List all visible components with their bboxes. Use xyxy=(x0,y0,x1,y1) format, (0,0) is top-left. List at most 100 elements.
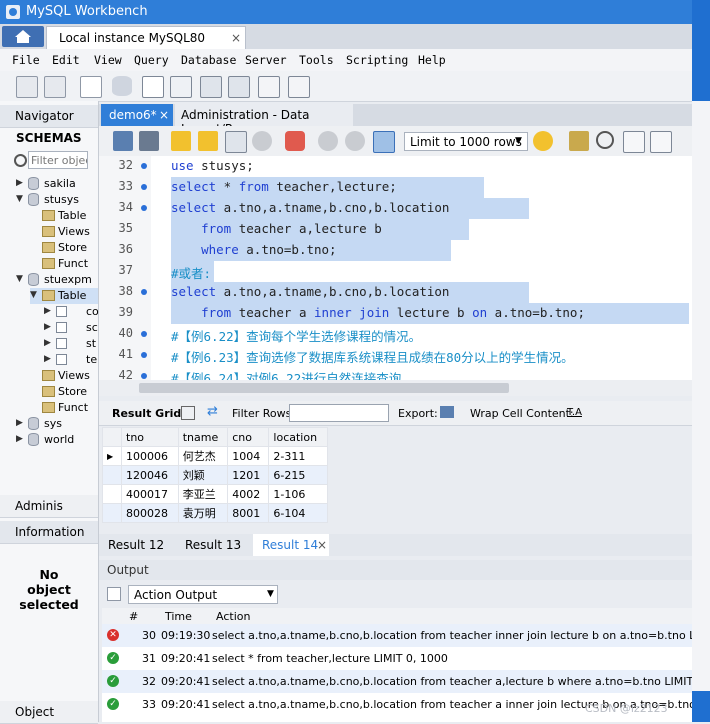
chevron-right-icon[interactable]: ▶ xyxy=(16,434,26,444)
find-icon[interactable] xyxy=(596,131,614,149)
column-header[interactable]: location xyxy=(268,427,328,447)
export-icon[interactable] xyxy=(440,406,454,418)
schema-filter-input[interactable]: Filter objec xyxy=(28,151,88,169)
create-view-icon[interactable] xyxy=(170,76,192,98)
chevron-right-icon[interactable]: ▶ xyxy=(44,306,54,316)
rollback-icon[interactable] xyxy=(345,131,365,151)
chevron-down-icon[interactable]: ▼ xyxy=(30,290,40,300)
autocommit-icon[interactable] xyxy=(373,131,395,153)
grid-cell[interactable]: 4002 xyxy=(227,484,270,504)
grid-cell[interactable]: 李亚兰 xyxy=(177,484,229,504)
grid-icon[interactable] xyxy=(181,406,195,420)
chevron-right-icon[interactable]: ▶ xyxy=(16,418,26,428)
output-row[interactable]: ✕ 30 09:19:30 select a.tno,a.tname,b.cno… xyxy=(102,624,692,647)
menu-tools[interactable]: Tools xyxy=(299,53,334,67)
explain-icon[interactable] xyxy=(225,131,247,153)
grid-cell[interactable]: 1201 xyxy=(227,465,270,485)
close-icon[interactable]: × xyxy=(231,31,241,45)
reconnect-icon[interactable] xyxy=(288,76,310,98)
execute-current-icon[interactable] xyxy=(198,131,218,151)
connection-tab[interactable]: Local instance MySQL80 × xyxy=(46,26,246,49)
new-sql-tab-icon[interactable] xyxy=(16,76,38,98)
code-line[interactable]: 40 #【例6.22】查询每个学生选修课程的情况。 xyxy=(99,324,692,345)
grid-cell[interactable]: 400017 xyxy=(121,484,179,504)
limit-rows-select[interactable]: Limit to 1000 rows ▼ xyxy=(404,132,528,151)
menu-edit[interactable]: Edit xyxy=(52,53,80,67)
menu-help[interactable]: Help xyxy=(418,53,446,67)
tab-result-12[interactable]: Result 12 xyxy=(108,538,164,552)
wrap-lines-icon[interactable] xyxy=(650,131,672,153)
commit-icon[interactable] xyxy=(318,131,338,151)
chevron-down-icon[interactable]: ▼ xyxy=(16,194,26,204)
grid-cell[interactable]: 8001 xyxy=(227,503,270,523)
table-row[interactable]: 120046 刘颖 1201 6-215 xyxy=(102,465,328,485)
refresh-icon[interactable]: ⇄ xyxy=(207,404,218,419)
code-line[interactable]: 39 from teacher a inner join lecture b o… xyxy=(99,303,692,324)
menu-file[interactable]: File xyxy=(12,53,40,67)
code-line[interactable]: 35 from teacher a,lecture b xyxy=(99,219,692,240)
table-row[interactable]: 400017 李亚兰 4002 1-106 xyxy=(102,484,328,504)
chevron-right-icon[interactable]: ▶ xyxy=(44,322,54,332)
create-procedure-icon[interactable] xyxy=(200,76,222,98)
grid-cell[interactable]: 6-215 xyxy=(268,465,328,485)
wrap-cell-icon[interactable]: T.A xyxy=(567,407,582,418)
search-table-data-icon[interactable] xyxy=(258,76,280,98)
object-tab-strip[interactable]: Object xyxy=(0,701,98,724)
editor-scrollbar[interactable] xyxy=(99,380,692,396)
output-type-select[interactable]: Action Output ▼ xyxy=(128,585,278,604)
beautify-icon[interactable] xyxy=(569,131,589,151)
grid-cell[interactable]: 何艺杰 xyxy=(177,446,229,466)
chevron-right-icon[interactable]: ▶ xyxy=(44,354,54,364)
menu-server[interactable]: Server xyxy=(245,53,287,67)
code-line[interactable]: 38 select a.tno,a.tname,b.cno,b.location xyxy=(99,282,692,303)
grid-cell[interactable]: 6-104 xyxy=(268,503,328,523)
grid-cell[interactable]: 1004 xyxy=(227,446,270,466)
close-icon[interactable]: × xyxy=(317,538,327,552)
result-grid-label[interactable]: Result Grid xyxy=(112,407,181,420)
output-row[interactable]: ✓ 31 09:20:41 select * from teacher,lect… xyxy=(102,647,692,670)
toggle-error-icon[interactable] xyxy=(285,131,305,151)
menu-view[interactable]: View xyxy=(94,53,122,67)
save-icon[interactable] xyxy=(139,131,159,151)
chevron-right-icon[interactable]: ▶ xyxy=(44,338,54,348)
execute-icon[interactable] xyxy=(171,131,191,151)
output-row[interactable]: ✓ 32 09:20:41 select a.tno,a.tname,b.cno… xyxy=(102,670,692,693)
home-button[interactable] xyxy=(2,26,44,47)
grid-cell[interactable]: 1-106 xyxy=(268,484,328,504)
stop-icon[interactable] xyxy=(252,131,272,151)
schema-inspector-icon[interactable] xyxy=(80,76,102,98)
column-header[interactable]: tno xyxy=(121,427,179,447)
tab-result-13[interactable]: Result 13 xyxy=(185,538,241,552)
admin-tab-strip[interactable]: Adminis xyxy=(0,495,98,518)
tree-item-tables[interactable]: ▼ Table xyxy=(30,288,98,304)
sql-editor[interactable]: 32 use stusys; 33 select * from teacher,lec… xyxy=(99,156,692,380)
code-line[interactable]: 37 #或者: xyxy=(99,261,692,282)
filter-rows-input[interactable] xyxy=(289,404,389,422)
grid-cell[interactable]: 120046 xyxy=(121,465,179,485)
scrollbar-thumb[interactable] xyxy=(139,383,509,393)
column-header[interactable]: tname xyxy=(177,427,229,447)
menu-scripting[interactable]: Scripting xyxy=(346,53,408,67)
grid-cell[interactable]: 刘颖 xyxy=(177,465,229,485)
code-line[interactable]: 34 select a.tno,a.tname,b.cno,b.location xyxy=(99,198,692,219)
code-line[interactable]: 41 #【例6.23】查询选修了数据库系统课程且成绩在80分以上的学生情况。 xyxy=(99,345,692,366)
close-icon[interactable]: × xyxy=(159,108,169,122)
code-line[interactable]: 42 #【例6.24】对例6.22进行自然连接查询。 xyxy=(99,366,692,380)
create-table-icon[interactable] xyxy=(142,76,164,98)
add-snippet-icon[interactable] xyxy=(533,131,553,151)
chevron-right-icon[interactable]: ▶ xyxy=(16,178,26,188)
grid-cell[interactable]: 袁万明 xyxy=(177,503,229,523)
chevron-down-icon[interactable]: ▼ xyxy=(16,274,26,284)
column-header[interactable]: cno xyxy=(227,427,270,447)
tab-demo6[interactable]: demo6* × xyxy=(101,104,173,126)
create-schema-icon[interactable] xyxy=(112,76,132,96)
open-sql-script-icon[interactable] xyxy=(44,76,66,98)
tab-result-14[interactable]: Result 14 × xyxy=(253,534,329,556)
output-copy-icon[interactable] xyxy=(107,587,121,601)
code-line[interactable]: 33 select * from teacher,lecture; xyxy=(99,177,692,198)
create-function-icon[interactable] xyxy=(228,76,250,98)
tab-administration[interactable]: Administration - Data Import/Res... xyxy=(175,104,353,136)
table-row[interactable]: 800028 袁万明 8001 6-104 xyxy=(102,503,328,523)
invisible-chars-icon[interactable] xyxy=(623,131,645,153)
grid-cell[interactable]: 100006 xyxy=(121,446,179,466)
